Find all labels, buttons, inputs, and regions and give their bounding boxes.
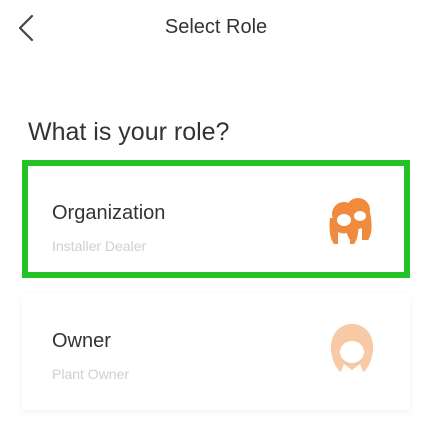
role-title: Owner <box>52 330 111 352</box>
role-card-organization[interactable]: Organization Installer Dealer <box>22 160 410 278</box>
page-title: Select Role <box>164 16 268 38</box>
header: Select Role <box>0 0 432 56</box>
owner-icon <box>330 324 374 374</box>
role-subtitle: Plant Owner <box>52 366 130 382</box>
role-card-owner[interactable]: Owner Plant Owner <box>22 294 410 410</box>
role-title: Organization <box>52 202 166 224</box>
role-question: What is your role? <box>28 118 230 146</box>
organization-icon <box>329 198 372 244</box>
role-subtitle: Installer Dealer <box>52 238 147 254</box>
